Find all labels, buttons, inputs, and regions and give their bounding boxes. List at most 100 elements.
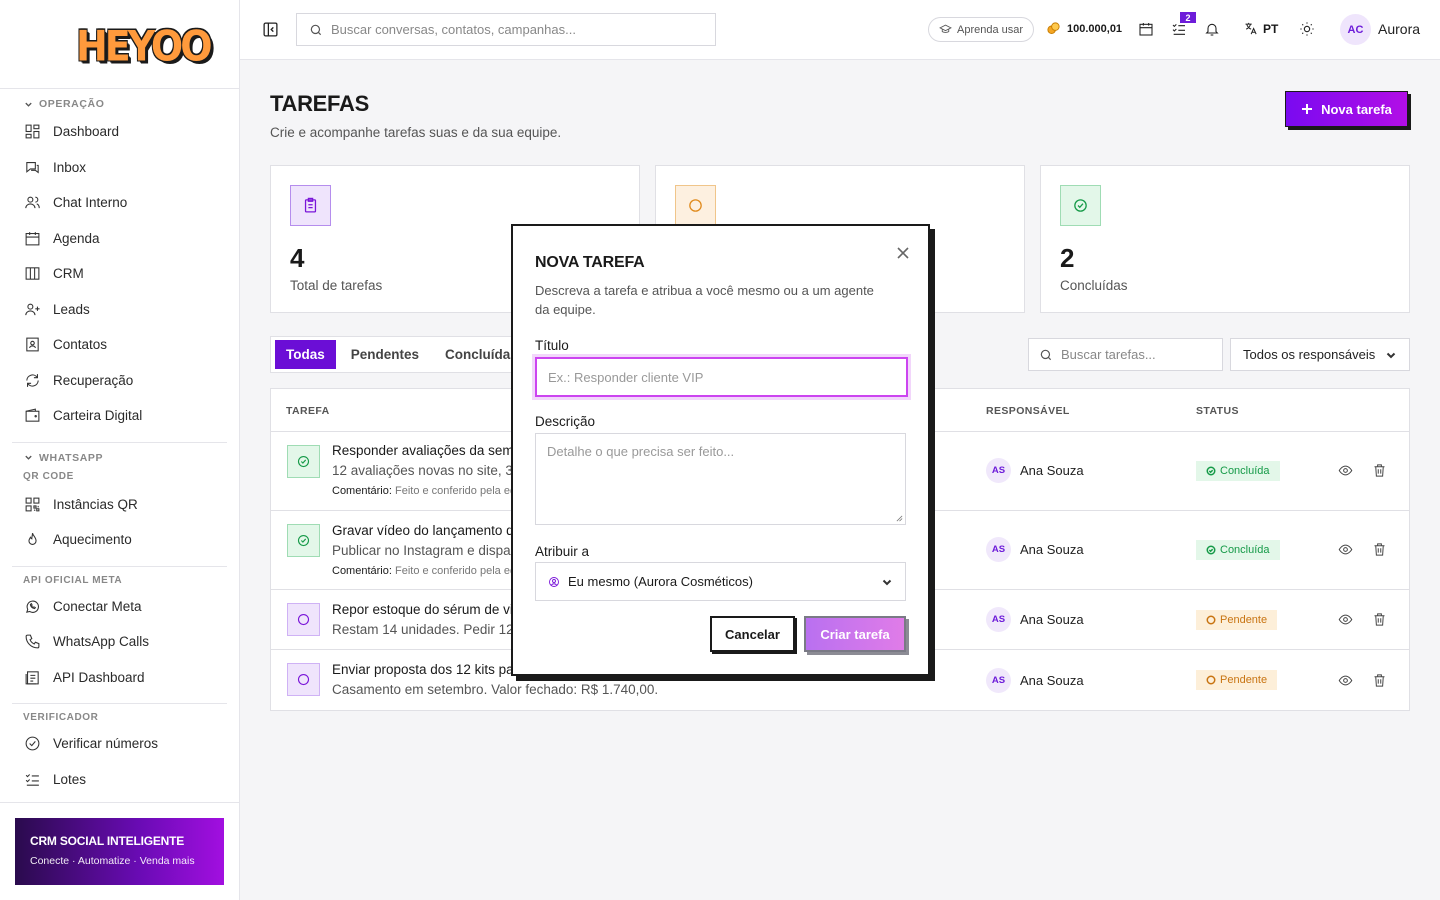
view-icon[interactable] [1338, 612, 1353, 627]
flame-icon [28, 533, 37, 546]
circle-icon [297, 613, 310, 626]
trash-icon[interactable] [1372, 463, 1387, 478]
section-operacao[interactable]: OPERAÇÃO [12, 97, 227, 111]
search-icon [1040, 349, 1052, 360]
logo[interactable]: HEYOO [76, 22, 213, 70]
sidebar-item-verificar-numeros[interactable]: Verificar números [12, 726, 227, 762]
task-toggle[interactable] [287, 524, 320, 557]
close-icon[interactable] [897, 247, 909, 259]
sidebar-item-recuperacao[interactable]: Recuperação [12, 363, 227, 399]
status-badge: Pendente [1196, 610, 1278, 630]
section-api-oficial-meta: API OFICIAL META [23, 574, 123, 586]
column-header-responsible: RESPONSÁVEL [986, 405, 1070, 417]
sidebar-item-inbox[interactable]: Inbox [12, 150, 227, 186]
sidebar-item-api-dashboard[interactable]: API Dashboard [12, 660, 227, 696]
sidebar-item-aquecimento[interactable]: Aquecimento [12, 522, 227, 558]
check-circle-icon [1206, 545, 1216, 555]
sidebar-item-chat-interno[interactable]: Chat Interno [12, 185, 227, 221]
section-whatsapp[interactable]: WHATSAPP [12, 451, 227, 465]
dashboard-icon [25, 124, 40, 139]
column-header-status: STATUS [1196, 405, 1239, 417]
page-subtitle: Crie e acompanhe tarefas suas e da sua e… [270, 125, 562, 140]
resize-handle-icon[interactable] [896, 515, 903, 522]
global-search-input[interactable]: Buscar conversas, contatos, campanhas... [296, 13, 716, 46]
status-badge: Concluída [1196, 540, 1280, 560]
sidebar-item-conectar-meta[interactable]: Conectar Meta [12, 589, 227, 625]
sidebar-item-instancias-qr[interactable]: Instâncias QR [12, 487, 227, 523]
responsible-filter-select[interactable]: Todos os responsáveis [1230, 338, 1410, 371]
section-verificador: VERIFICADOR [23, 712, 99, 723]
task-toggle[interactable] [287, 663, 320, 696]
divider [12, 565, 227, 567]
tab-pendentes[interactable]: Pendentes [340, 340, 430, 369]
description-label: Descrição [535, 414, 596, 429]
sidebar-nav: OPERAÇÃO Dashboard Inbox Chat Interno Ag… [0, 97, 239, 797]
chat-icon [26, 161, 39, 174]
stat-label: Total de tarefas [290, 278, 383, 293]
divider [0, 802, 240, 803]
cancel-button[interactable]: Cancelar [710, 616, 795, 652]
bell-icon[interactable] [1204, 21, 1220, 37]
sidebar-toggle-icon[interactable] [262, 21, 279, 38]
task-description-textarea[interactable]: Detalhe o que precisa ser feito... [535, 433, 906, 525]
task-comment: Comentário: Feito e conferido pela eq [332, 485, 517, 497]
view-icon[interactable] [1338, 542, 1353, 557]
trash-icon[interactable] [1372, 612, 1387, 627]
title-label: Título [535, 338, 569, 353]
promo-banner[interactable]: CRM SOCIAL INTELIGENTE Conecte · Automat… [15, 818, 224, 885]
sidebar-item-dashboard[interactable]: Dashboard [12, 114, 227, 150]
status-badge: Pendente [1196, 670, 1278, 690]
task-responsible: Ana Souza [1020, 612, 1084, 627]
stat-icon-box [1060, 185, 1101, 226]
view-icon[interactable] [1338, 463, 1353, 478]
stat-label: Concluídas [1060, 278, 1128, 293]
check-circle-icon [297, 534, 310, 547]
sidebar-item-contatos[interactable]: Contatos [12, 327, 227, 363]
stat-icon-box [290, 185, 331, 226]
trash-icon[interactable] [1372, 542, 1387, 557]
tasks-icon[interactable] [1171, 21, 1187, 37]
search-icon [310, 24, 322, 35]
task-toggle[interactable] [287, 445, 320, 478]
sidebar-item-crm[interactable]: CRM [12, 256, 227, 292]
tasks-badge: 2 [1180, 12, 1196, 23]
user-name[interactable]: Aurora [1378, 21, 1420, 37]
report-icon [25, 671, 39, 685]
list-check-icon [25, 773, 39, 786]
sidebar-item-whatsapp-calls[interactable]: WhatsApp Calls [12, 624, 227, 660]
language-selector[interactable]: PT [1243, 21, 1278, 36]
sidebar-item-leads[interactable]: Leads [12, 292, 227, 328]
assign-value: Eu mesmo (Aurora Cosméticos) [548, 574, 753, 589]
sidebar-item-agenda[interactable]: Agenda [12, 221, 227, 257]
calendar-icon [25, 231, 40, 246]
check-circle-icon [25, 736, 40, 751]
avatar: AS [986, 668, 1011, 693]
task-search-input[interactable]: Buscar tarefas... [1028, 338, 1223, 371]
users-icon [25, 196, 40, 209]
phone-icon [25, 634, 40, 649]
avatar[interactable]: AC [1340, 14, 1371, 45]
coin-balance[interactable]: 100.000,01 [1046, 21, 1122, 36]
tab-todas[interactable]: Todas [275, 340, 336, 369]
sidebar-item-lotes[interactable]: Lotes [12, 762, 227, 798]
sun-icon[interactable] [1299, 21, 1315, 37]
assign-to-select[interactable]: Eu mesmo (Aurora Cosméticos) [535, 562, 906, 601]
avatar: AS [986, 537, 1011, 562]
view-icon[interactable] [1338, 673, 1353, 688]
chevron-down-icon [25, 102, 32, 107]
task-toggle[interactable] [287, 603, 320, 636]
learn-button[interactable]: Aprenda usar [928, 17, 1035, 42]
sidebar-item-carteira-digital[interactable]: Carteira Digital [12, 398, 227, 434]
promo-title: CRM SOCIAL INTELIGENTE [30, 834, 185, 848]
section-subtitle-qr: QR CODE [23, 470, 74, 482]
clipboard-icon [304, 197, 317, 213]
circle-icon [689, 199, 702, 212]
task-responsible: Ana Souza [1020, 673, 1084, 688]
new-task-modal: NOVA TAREFA Descreva a tarefa e atribua … [511, 224, 930, 676]
create-task-button[interactable]: Criar tarefa [804, 616, 906, 652]
task-title-input[interactable]: Ex.: Responder cliente VIP [535, 357, 908, 397]
trash-icon[interactable] [1372, 673, 1387, 688]
new-task-button[interactable]: Nova tarefa [1285, 91, 1408, 127]
calendar-icon[interactable] [1138, 21, 1154, 37]
chevron-down-icon [882, 579, 892, 585]
